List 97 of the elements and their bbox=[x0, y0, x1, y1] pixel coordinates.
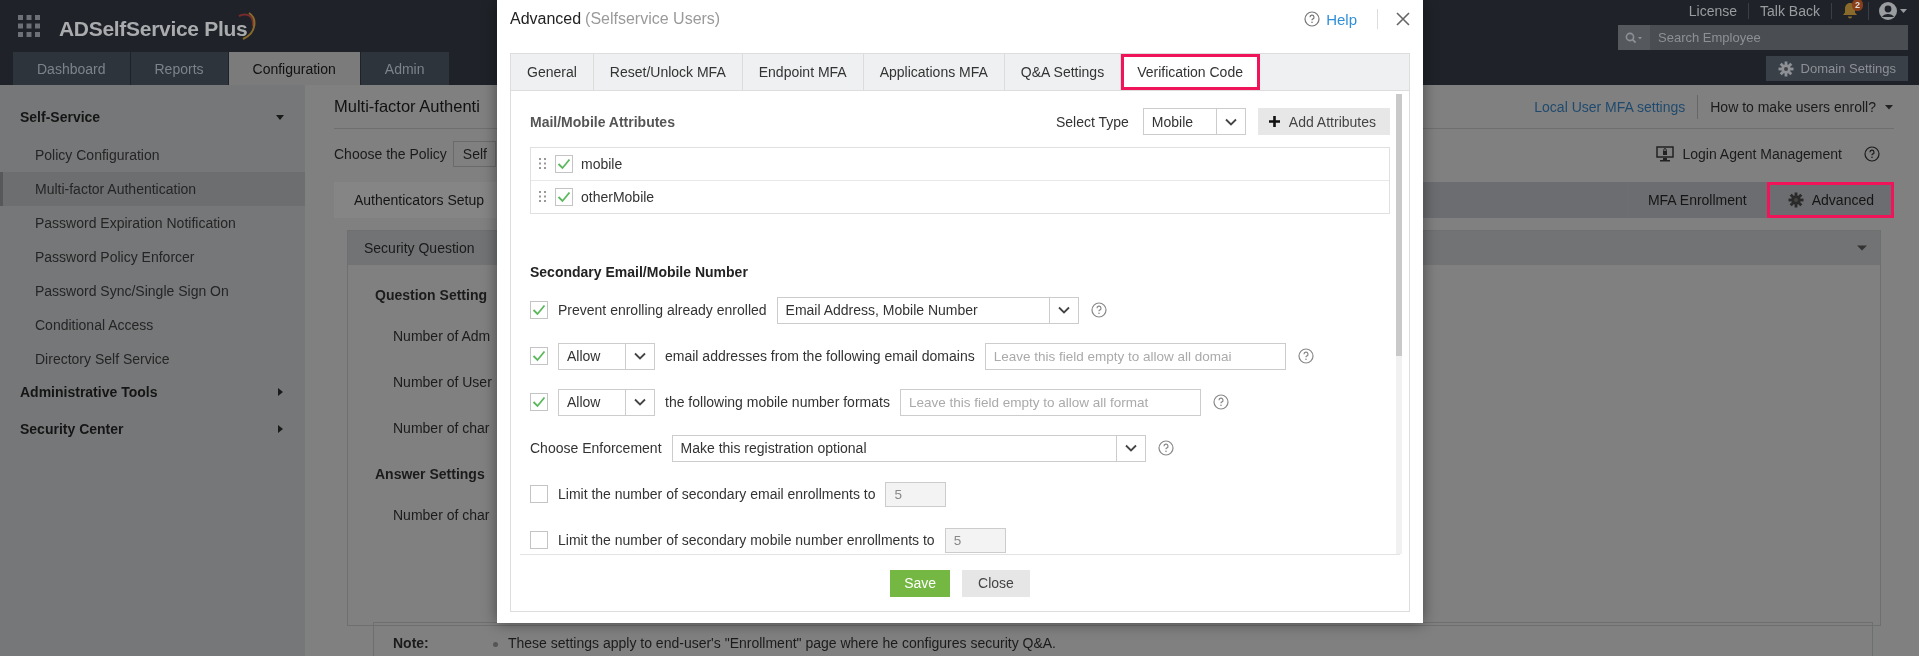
section-heading: Answer Settings bbox=[375, 465, 485, 484]
select-type-label: Select Type bbox=[1055, 113, 1129, 130]
help-icon[interactable] bbox=[1297, 348, 1314, 364]
sidebar-item[interactable]: Multi-factor Authentication bbox=[0, 172, 305, 206]
notification-badge: 2 bbox=[1852, 0, 1863, 11]
attribute-label: otherMobile bbox=[581, 189, 655, 205]
input-field[interactable]: Leave this field empty to allow all domai bbox=[984, 342, 1286, 370]
sidebar-section[interactable]: Security Center bbox=[0, 417, 305, 441]
help-icon[interactable] bbox=[1864, 146, 1880, 162]
checkbox[interactable] bbox=[555, 188, 573, 206]
help-menu[interactable]: How to make users enroll? bbox=[1710, 98, 1894, 115]
option-label: Choose Enforcement bbox=[530, 440, 662, 456]
dialog-title: Advanced bbox=[510, 10, 582, 27]
nav-tab[interactable]: Reports bbox=[130, 52, 229, 85]
header-link[interactable]: Talk Back bbox=[1749, 3, 1832, 19]
policy-label: Choose the Policy bbox=[334, 146, 447, 162]
page-tab[interactable]: Advanced bbox=[1766, 182, 1894, 218]
setting-label: Number of User bbox=[393, 374, 492, 390]
sidebar-section[interactable]: Administrative Tools bbox=[0, 380, 305, 404]
sidebar-item[interactable]: Policy Configuration bbox=[0, 138, 305, 172]
dialog-tab[interactable]: Applications MFA bbox=[863, 54, 1005, 90]
help-link[interactable]: Help bbox=[1326, 10, 1357, 28]
setting-label: Number of char bbox=[393, 507, 490, 523]
option-label: the following mobile number formats bbox=[665, 394, 890, 410]
help-icon[interactable] bbox=[1157, 440, 1174, 456]
scrollbar[interactable] bbox=[1396, 94, 1402, 554]
save-button[interactable]: Save bbox=[890, 569, 951, 597]
avatar-icon[interactable] bbox=[1878, 1, 1908, 21]
sidebar-section[interactable]: Self-Service bbox=[0, 105, 305, 129]
note-text: These settings apply to end-user's "Enrollment" page where he configures security Q&A. bbox=[508, 635, 1056, 651]
option-label: email addresses from the following email domains bbox=[665, 348, 975, 364]
sidebar-item[interactable]: Conditional Access bbox=[0, 308, 305, 342]
app-name: ADSelfService Plus bbox=[59, 17, 248, 41]
option-label: Limit the number of secondary mobile number enrollments to bbox=[558, 532, 935, 548]
search-options-button[interactable] bbox=[1618, 25, 1650, 50]
panel-title: Security Question bbox=[364, 240, 475, 256]
login-agent-link[interactable]: Login Agent Management bbox=[1682, 146, 1842, 162]
checkbox[interactable] bbox=[530, 347, 548, 365]
gear-icon bbox=[1787, 192, 1804, 208]
app-grid-icon[interactable] bbox=[18, 14, 41, 38]
add-attributes-button[interactable]: Add Attributes bbox=[1257, 108, 1390, 135]
domain-settings-button[interactable]: Domain Settings bbox=[1765, 56, 1908, 81]
search-icon bbox=[1625, 31, 1643, 44]
option-label: Limit the number of secondary email enrollments to bbox=[558, 486, 876, 502]
help-icon[interactable] bbox=[1090, 302, 1107, 318]
type-select[interactable]: Mobile bbox=[1142, 108, 1246, 135]
settings-link[interactable]: Local User MFA settings bbox=[1534, 94, 1699, 119]
page-tab[interactable]: MFA Enrollment bbox=[1626, 182, 1767, 218]
nav-tab[interactable]: Configuration bbox=[228, 52, 361, 85]
sidebar-item[interactable]: Password Policy Enforcer bbox=[0, 240, 305, 274]
setting-label: Number of Adm bbox=[393, 328, 491, 344]
nav-tab[interactable]: Dashboard bbox=[13, 52, 131, 85]
checkbox[interactable] bbox=[555, 155, 573, 173]
monitor-lock-icon bbox=[1656, 146, 1675, 162]
attribute-label: mobile bbox=[581, 156, 623, 172]
allow-select[interactable]: Allow bbox=[558, 388, 655, 416]
enrolled-select[interactable]: Email Address, Mobile Number bbox=[776, 296, 1079, 324]
drag-handle-icon[interactable] bbox=[539, 191, 547, 203]
section-heading: Mail/Mobile Attributes bbox=[530, 113, 675, 130]
chevron-down-icon bbox=[1057, 306, 1070, 314]
section-heading: Secondary Email/Mobile Number bbox=[530, 263, 749, 282]
note-label: Note: bbox=[393, 635, 430, 651]
input-field[interactable]: Leave this field empty to allow all format bbox=[899, 388, 1201, 416]
nav-tab[interactable]: Admin bbox=[360, 52, 450, 85]
setting-label: Number of char bbox=[393, 420, 490, 436]
dialog-subtitle: (Selfservice Users) bbox=[585, 10, 721, 27]
dialog-tab[interactable]: Endpoint MFA bbox=[742, 54, 864, 90]
caret-down-icon bbox=[1884, 102, 1894, 111]
checkbox[interactable] bbox=[530, 393, 548, 411]
dialog-tab[interactable]: Verification Code bbox=[1121, 54, 1260, 90]
chevron-down-icon bbox=[634, 398, 646, 406]
close-icon[interactable] bbox=[1396, 12, 1410, 26]
sidebar-item[interactable]: Password Expiration Notification bbox=[0, 206, 305, 240]
drag-handle-icon[interactable] bbox=[539, 158, 547, 170]
sidebar-item[interactable]: Directory Self Service bbox=[0, 342, 305, 376]
chevron-down-icon bbox=[1224, 117, 1237, 126]
allow-select[interactable]: Allow bbox=[558, 342, 655, 370]
search-field[interactable]: Search Employee bbox=[1650, 25, 1908, 50]
close-button[interactable]: Close bbox=[962, 569, 1030, 597]
gear-icon bbox=[1777, 60, 1794, 77]
checkbox[interactable] bbox=[530, 301, 548, 319]
bullet-icon bbox=[493, 642, 498, 647]
help-icon[interactable] bbox=[1304, 11, 1321, 27]
policy-select[interactable]: Self bbox=[452, 141, 496, 167]
page-title: Multi-factor Authenti bbox=[334, 97, 480, 116]
dialog-tab[interactable]: General bbox=[511, 54, 594, 90]
chevron-down-icon bbox=[1124, 444, 1137, 452]
option-label: Prevent enrolling already enrolled bbox=[558, 302, 767, 318]
header-link[interactable]: License bbox=[1677, 3, 1750, 19]
help-icon[interactable] bbox=[1212, 394, 1229, 410]
caret-down-icon bbox=[1856, 244, 1868, 252]
enforcement-select[interactable]: Make this registration optional bbox=[671, 434, 1146, 462]
dialog-tab[interactable]: Reset/Unlock MFA bbox=[593, 54, 743, 90]
section-heading: Question Setting bbox=[375, 286, 487, 305]
sidebar-item[interactable]: Password Sync/Single Sign On bbox=[0, 274, 305, 308]
chevron-down-icon bbox=[634, 352, 646, 360]
plus-icon bbox=[1268, 116, 1280, 127]
